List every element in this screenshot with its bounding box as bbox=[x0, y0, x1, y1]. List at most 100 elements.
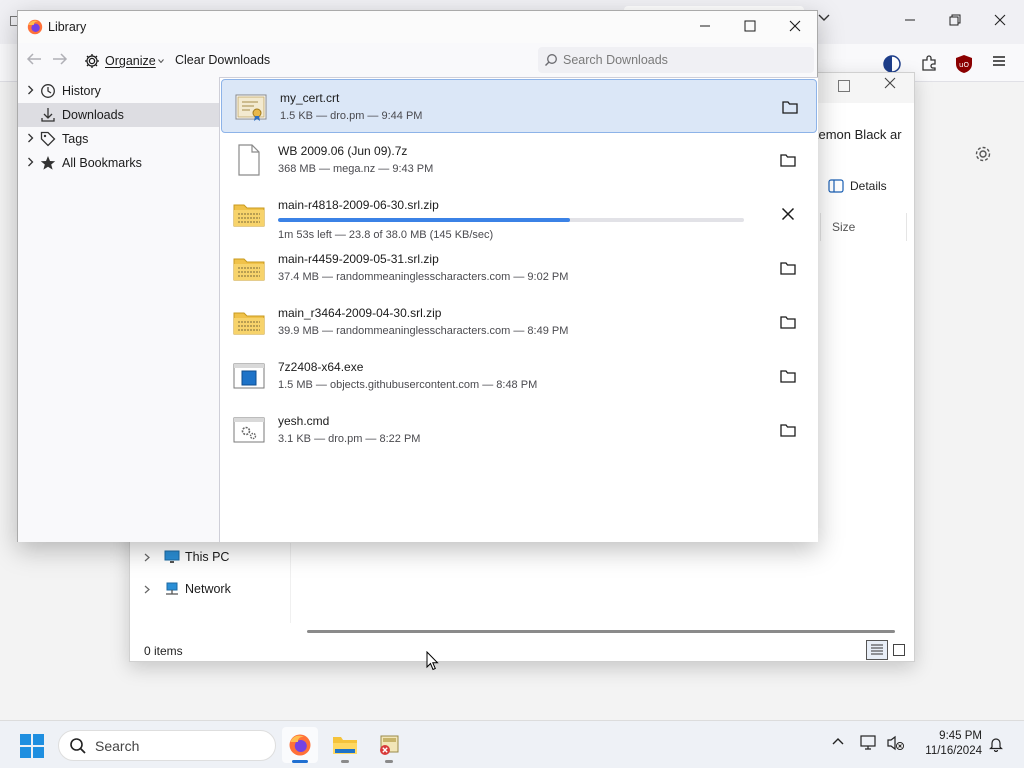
extensions-puzzle-icon[interactable] bbox=[920, 54, 938, 72]
sidebar-item-all-bookmarks[interactable]: All Bookmarks bbox=[18, 151, 219, 175]
certificate-file-icon bbox=[234, 90, 268, 124]
network-status-icon[interactable] bbox=[860, 735, 878, 751]
taskbar-firefox-app[interactable] bbox=[282, 727, 318, 763]
search-icon bbox=[544, 53, 558, 67]
expand-chevron-icon[interactable] bbox=[144, 585, 150, 594]
show-hidden-icons-chevron-icon[interactable] bbox=[832, 737, 844, 745]
search-input[interactable] bbox=[563, 53, 803, 67]
extension-circle-icon[interactable] bbox=[882, 54, 902, 74]
library-toolbar: Organize Clear Downloads bbox=[18, 43, 817, 79]
browser-restore-icon[interactable] bbox=[949, 14, 961, 26]
nav-item-this-pc[interactable]: This PC bbox=[130, 541, 290, 573]
clock-date: 11/16/2024 bbox=[925, 745, 982, 757]
library-titlebar[interactable]: Library bbox=[18, 11, 817, 43]
sidebar-item-downloads[interactable]: Downloads bbox=[18, 103, 219, 127]
sidebar-item-history[interactable]: History bbox=[18, 79, 219, 103]
active-app-indicator bbox=[292, 760, 308, 763]
menu-hamburger-icon[interactable] bbox=[992, 54, 1006, 68]
zip-folder-icon bbox=[232, 197, 266, 231]
download-item[interactable]: main-r4818-2009-06-30.srl.zip 1m 53s lef… bbox=[220, 187, 818, 241]
minimize-icon[interactable] bbox=[682, 11, 728, 41]
script-file-icon bbox=[232, 413, 266, 447]
search-box[interactable] bbox=[538, 47, 814, 73]
folder-app-icon bbox=[333, 737, 357, 754]
folder-icon[interactable] bbox=[778, 95, 802, 119]
download-status: 1.5 KB — dro.pm — 9:44 PM bbox=[280, 110, 423, 122]
sidebar-item-label: Tags bbox=[62, 132, 89, 146]
taskbar-search-box[interactable]: Search bbox=[58, 730, 276, 761]
details-pane-icon bbox=[828, 179, 844, 193]
folder-icon[interactable] bbox=[776, 148, 800, 172]
gear-icon bbox=[85, 54, 99, 68]
list-tabs-chevron-icon[interactable] bbox=[818, 14, 830, 22]
tag-icon bbox=[40, 131, 56, 147]
network-icon bbox=[164, 582, 180, 596]
column-separator bbox=[906, 213, 907, 241]
sidebar-item-tags[interactable]: Tags bbox=[18, 127, 219, 151]
horizontal-scrollbar[interactable] bbox=[307, 630, 895, 633]
download-status: 1m 53s left — 23.8 of 38.0 MB (145 KB/se… bbox=[278, 229, 494, 241]
download-item[interactable]: WB 2009.06 (Jun 09).7z 368 MB — mega.nz … bbox=[220, 133, 818, 187]
settings-gear-icon[interactable] bbox=[974, 145, 992, 163]
details-view-button[interactable] bbox=[866, 640, 888, 660]
download-item[interactable]: yesh.cmd 3.1 KB — dro.pm — 8:22 PM bbox=[220, 403, 818, 457]
search-icon bbox=[69, 737, 87, 755]
download-item[interactable]: main-r4459-2009-05-31.srl.zip 37.4 MB — … bbox=[220, 241, 818, 295]
nav-item-network[interactable]: Network bbox=[130, 573, 290, 605]
folder-icon[interactable] bbox=[776, 256, 800, 280]
cancel-icon[interactable] bbox=[776, 202, 800, 226]
folder-icon[interactable] bbox=[776, 310, 800, 334]
details-label: Details bbox=[850, 179, 887, 193]
details-view-icon bbox=[871, 644, 883, 655]
monitor-icon bbox=[164, 550, 180, 564]
svg-text:uO: uO bbox=[959, 61, 969, 69]
forward-arrow-icon[interactable] bbox=[52, 52, 68, 66]
expand-chevron-icon[interactable] bbox=[144, 553, 150, 562]
details-pane-button[interactable]: Details bbox=[828, 179, 887, 193]
close-icon[interactable] bbox=[772, 11, 818, 41]
back-arrow-icon[interactable] bbox=[26, 52, 42, 66]
download-filename: WB 2009.06 (Jun 09).7z bbox=[278, 144, 408, 158]
taskbar-file-explorer-app[interactable] bbox=[327, 727, 363, 763]
ublock-shield-icon[interactable]: uO bbox=[955, 54, 973, 74]
explorer-nav-pane: This PC Network bbox=[130, 541, 290, 605]
clock[interactable]: 9:45 PM 11/16/2024 bbox=[918, 729, 982, 759]
folder-icon[interactable] bbox=[776, 418, 800, 442]
browser-minimize-icon[interactable] bbox=[904, 14, 916, 26]
window-title: Library bbox=[48, 20, 87, 34]
taskbar-installer-app[interactable] bbox=[371, 727, 407, 763]
download-item[interactable]: my_cert.crt 1.5 KB — dro.pm — 9:44 PM bbox=[221, 79, 817, 133]
library-sidebar: History Downloads Tags All Bookmarks bbox=[18, 79, 219, 542]
column-header-size[interactable]: Size bbox=[832, 220, 855, 234]
explorer-close-icon[interactable] bbox=[884, 77, 896, 89]
maximize-icon[interactable] bbox=[727, 11, 773, 41]
organize-label: Organize bbox=[105, 54, 156, 68]
folder-icon[interactable] bbox=[776, 364, 800, 388]
notification-bell-icon[interactable] bbox=[989, 736, 1003, 752]
running-app-indicator bbox=[385, 760, 393, 763]
expand-chevron-icon[interactable] bbox=[27, 133, 34, 143]
clear-downloads-button[interactable]: Clear Downloads bbox=[175, 53, 270, 67]
download-status: 39.9 MB — randommeaninglesscharacters.co… bbox=[278, 325, 569, 337]
download-progress-bar bbox=[278, 218, 744, 222]
sidebar-item-label: History bbox=[62, 84, 101, 98]
browser-close-icon[interactable] bbox=[994, 14, 1006, 26]
tiles-view-button[interactable] bbox=[893, 644, 905, 656]
explorer-breadcrumb[interactable]: kemon Black ar bbox=[812, 127, 902, 142]
item-count-status: 0 items bbox=[144, 644, 183, 658]
download-item[interactable]: 7z2408-x64.exe 1.5 MB — objects.githubus… bbox=[220, 349, 818, 403]
generic-file-icon bbox=[232, 143, 266, 177]
expand-chevron-icon[interactable] bbox=[27, 157, 34, 167]
download-status: 368 MB — mega.nz — 9:43 PM bbox=[278, 163, 434, 175]
expand-chevron-icon[interactable] bbox=[27, 85, 34, 95]
sidebar-item-label: All Bookmarks bbox=[62, 156, 142, 170]
download-status: 3.1 KB — dro.pm — 8:22 PM bbox=[278, 433, 421, 445]
zip-folder-icon bbox=[232, 251, 266, 285]
download-icon bbox=[40, 107, 56, 123]
download-item[interactable]: main_r3464-2009-04-30.srl.zip 39.9 MB — … bbox=[220, 295, 818, 349]
organize-button[interactable]: Organize bbox=[84, 51, 164, 71]
start-windows-icon[interactable] bbox=[20, 734, 44, 758]
explorer-maximize-icon[interactable] bbox=[838, 80, 850, 92]
library-window: Library Organize Clear Downloads Search … bbox=[17, 10, 818, 542]
volume-muted-icon[interactable] bbox=[887, 735, 905, 751]
